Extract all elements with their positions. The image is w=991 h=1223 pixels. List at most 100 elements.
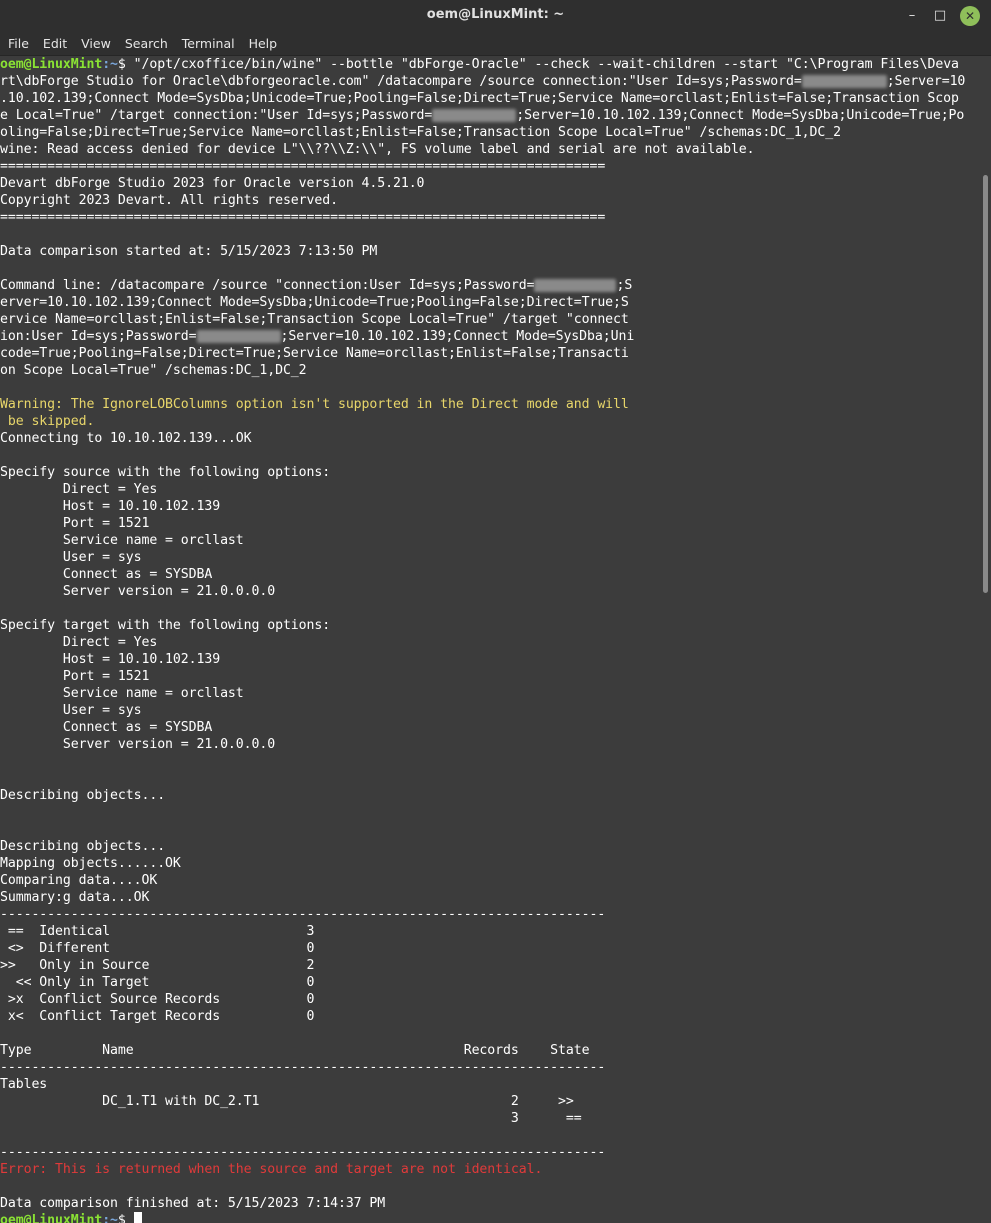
menu-terminal[interactable]: Terminal xyxy=(175,36,242,51)
menu-file[interactable]: File xyxy=(1,36,36,51)
terminal-output[interactable]: oem@LinuxMint:~$ "/opt/cxoffice/bin/wine… xyxy=(0,56,981,1223)
menu-edit[interactable]: Edit xyxy=(36,36,74,51)
copyright: Copyright 2023 Devart. All rights reserv… xyxy=(0,193,338,208)
window-title: oem@LinuxMint: ~ xyxy=(426,7,565,22)
progress-line: Summary:g data...OK xyxy=(0,890,150,905)
prompt-symbol: $ xyxy=(117,1213,134,1223)
source-option: User = sys xyxy=(0,550,142,565)
cmdline-2: erver=10.10.102.139;Connect Mode=SysDba;… xyxy=(0,295,629,310)
command-line-5: oling=False;Direct=True;Service Name=orc… xyxy=(0,125,841,140)
prompt-path: :~ xyxy=(102,1213,118,1223)
cmdline-4: ion:User Id=sys;Password=x;Server=10.10.… xyxy=(0,328,981,345)
text-cursor xyxy=(133,1212,142,1223)
source-option: Host = 10.10.102.139 xyxy=(0,499,221,514)
summary-row: >> Only in Source 2 xyxy=(0,958,315,973)
cmdline-1: Command line: /datacompare /source "conn… xyxy=(0,277,981,294)
redacted-password: x xyxy=(801,75,887,88)
connecting-status: Connecting to 10.10.102.139...OK xyxy=(0,431,252,446)
command-line-1: oem@LinuxMint:~$ "/opt/cxoffice/bin/wine… xyxy=(0,56,981,73)
summary-row: == Identical 3 xyxy=(0,924,315,939)
separator-rule: ----------------------------------------… xyxy=(0,1145,606,1160)
final-prompt[interactable]: oem@LinuxMint:~$ xyxy=(0,1212,981,1223)
command-text: ;Server=10 xyxy=(886,74,966,89)
summary-row: x< Conflict Target Records 0 xyxy=(0,1009,315,1024)
command-line-2: rt\dbForge Studio for Oracle\dbforgeorac… xyxy=(0,73,981,90)
source-option: Direct = Yes xyxy=(0,482,158,497)
target-option: Connect as = SYSDBA xyxy=(0,720,213,735)
comparison-started: Data comparison started at: 5/15/2023 7:… xyxy=(0,244,378,259)
maximize-icon[interactable]: □ xyxy=(930,6,950,26)
product-header: Devart dbForge Studio 2023 for Oracle ve… xyxy=(0,176,425,191)
separator-rule: ========================================… xyxy=(0,159,606,174)
title-bar: oem@LinuxMint: ~ – □ ✕ xyxy=(0,0,991,31)
summary-row: << Only in Target 0 xyxy=(0,975,315,990)
cmdline-5: code=True;Pooling=False;Direct=True;Serv… xyxy=(0,346,629,361)
ignore-lob-warning-1: Warning: The IgnoreLOBColumns option isn… xyxy=(0,397,629,412)
target-option: Host = 10.10.102.139 xyxy=(0,652,221,667)
command-text: rt\dbForge Studio for Oracle\dbforgeorac… xyxy=(0,74,802,89)
scrollbar-thumb[interactable] xyxy=(983,175,988,593)
prompt-user: oem@LinuxMint xyxy=(0,57,103,72)
source-option: Service name = orcllast xyxy=(0,533,244,548)
prompt-user: oem@LinuxMint xyxy=(0,1213,103,1223)
redacted-password: x xyxy=(534,279,617,292)
command-text: "/opt/cxoffice/bin/wine" --bottle "dbFor… xyxy=(133,57,959,72)
table-row: 3 == xyxy=(0,1111,582,1126)
menu-view[interactable]: View xyxy=(74,36,118,51)
table-row: DC_1.T1 with DC_2.T1 2 >> xyxy=(0,1094,574,1109)
cmdline-text: Command line: /datacompare /source "conn… xyxy=(0,278,535,293)
menu-help[interactable]: Help xyxy=(242,36,285,51)
progress-line: Comparing data....OK xyxy=(0,873,158,888)
minimize-icon[interactable]: – xyxy=(902,6,922,26)
target-options-heading: Specify target with the following option… xyxy=(0,618,331,633)
target-option: Service name = orcllast xyxy=(0,686,244,701)
cmdline-text: ion:User Id=sys;Password= xyxy=(0,329,197,344)
cmdline-text: ;Server=10.10.102.139;Connect Mode=SysDb… xyxy=(280,329,635,344)
source-option: Server version = 21.0.0.0.0 xyxy=(0,584,276,599)
cmdline-text: ;S xyxy=(616,278,633,293)
describing-objects: Describing objects... xyxy=(0,788,166,803)
cmdline-3: ervice Name=orcllast;Enlist=False;Transa… xyxy=(0,312,629,327)
source-option: Port = 1521 xyxy=(0,516,150,531)
tables-label: Tables xyxy=(0,1077,48,1092)
progress-line: Mapping objects......OK xyxy=(0,856,181,871)
menu-bar: File Edit View Search Terminal Help xyxy=(0,31,991,56)
target-option: Direct = Yes xyxy=(0,635,158,650)
command-line-4: e Local=True" /target connection:"User I… xyxy=(0,107,981,124)
wine-warning: wine: Read access denied for device L"\\… xyxy=(0,142,755,157)
prompt-symbol: $ xyxy=(117,57,134,72)
summary-row: >x Conflict Source Records 0 xyxy=(0,992,315,1007)
cmdline-6: on Scope Local=True" /schemas:DC_1,DC_2 xyxy=(0,363,307,378)
separator-rule: ----------------------------------------… xyxy=(0,1060,606,1075)
redacted-password: x xyxy=(432,109,517,122)
table-header: Type Name Records State xyxy=(0,1043,590,1058)
separator-rule: ========================================… xyxy=(0,210,606,225)
command-text: e Local=True" /target connection:"User I… xyxy=(0,108,433,123)
close-icon[interactable]: ✕ xyxy=(960,6,980,26)
menu-search[interactable]: Search xyxy=(118,36,175,51)
target-option: User = sys xyxy=(0,703,142,718)
command-text: ;Server=10.10.102.139;Connect Mode=SysDb… xyxy=(516,108,965,123)
target-option: Port = 1521 xyxy=(0,669,150,684)
comparison-finished: Data comparison finished at: 5/15/2023 7… xyxy=(0,1196,386,1211)
source-options-heading: Specify source with the following option… xyxy=(0,465,331,480)
command-line-3: .10.102.139;Connect Mode=SysDba;Unicode=… xyxy=(0,91,959,106)
error-message: Error: This is returned when the source … xyxy=(0,1162,543,1177)
redacted-password: x xyxy=(196,330,281,343)
summary-row: <> Different 0 xyxy=(0,941,315,956)
prompt-path: :~ xyxy=(102,57,118,72)
progress-line: Describing objects... xyxy=(0,839,166,854)
source-option: Connect as = SYSDBA xyxy=(0,567,213,582)
